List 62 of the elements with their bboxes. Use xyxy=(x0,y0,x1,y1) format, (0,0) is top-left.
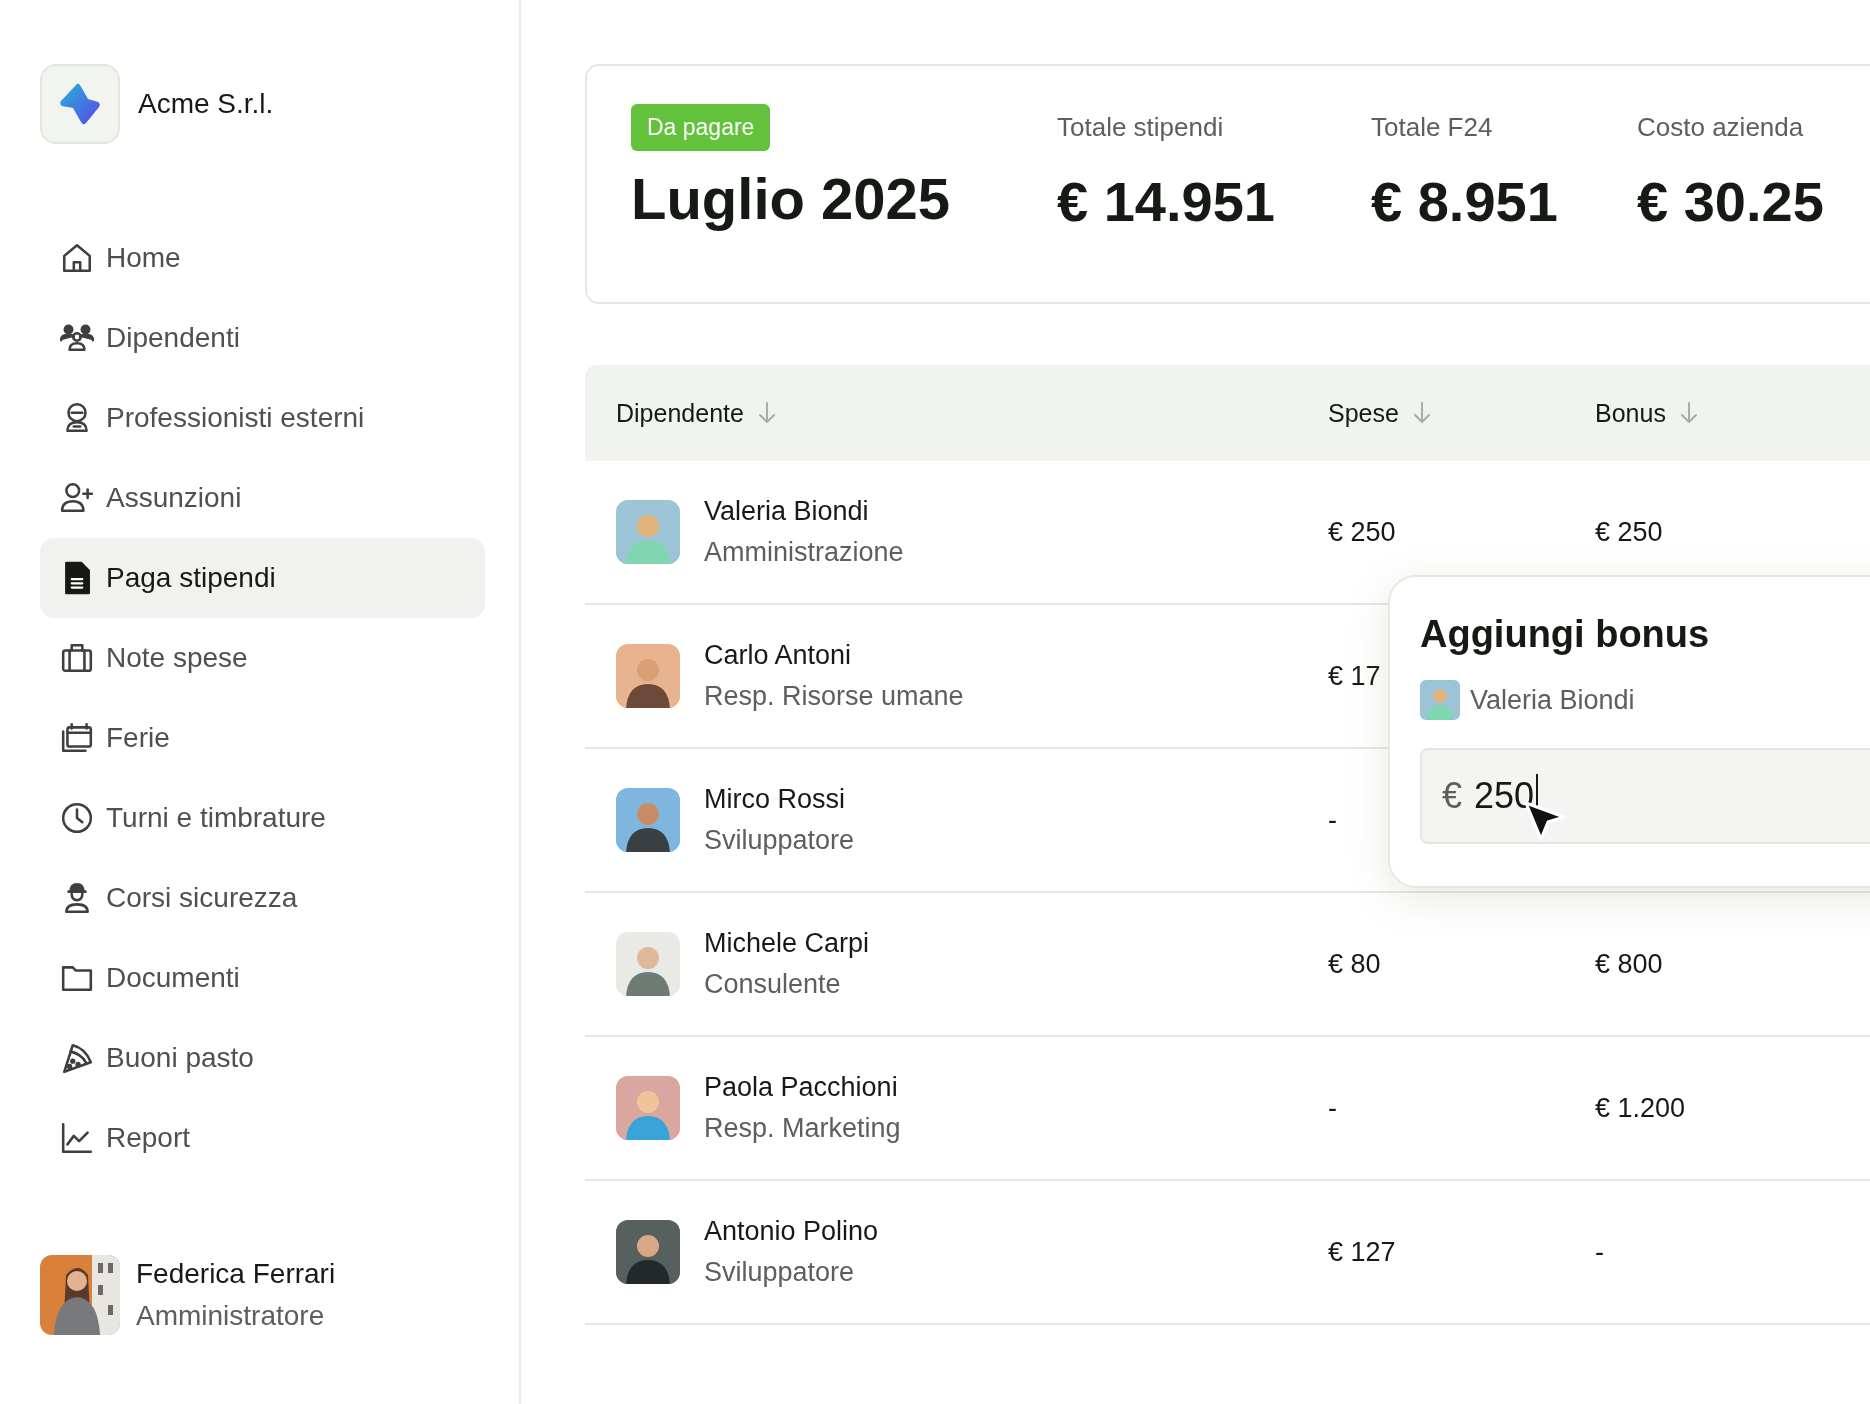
employee-role: Resp. Risorse umane xyxy=(704,681,964,712)
nav-item[interactable]: Home xyxy=(40,218,485,298)
arrow-down-icon[interactable] xyxy=(1679,401,1698,425)
employee-role: Consulente xyxy=(704,969,842,1000)
amount-field[interactable]: € 250 xyxy=(1420,748,1870,844)
employee-name: Paola Pacchioni xyxy=(704,1072,899,1103)
table-cell: € 1.200 xyxy=(1595,1092,1686,1123)
column-header[interactable]: Dipendente xyxy=(616,398,744,428)
nav-item[interactable]: Dipendenti xyxy=(40,298,485,378)
status-badge: Da pagare xyxy=(631,104,771,151)
nav-item[interactable]: Report xyxy=(40,1098,485,1178)
nav-item[interactable]: Buoni pasto xyxy=(40,1018,485,1098)
clock-icon xyxy=(60,801,94,835)
period-title: Luglio 2025 xyxy=(631,165,951,232)
table-cell: € 80 xyxy=(1328,948,1381,979)
stat-label: Costo azienda xyxy=(1637,112,1805,143)
calendar-icon xyxy=(60,721,94,755)
arrow-down-icon[interactable] xyxy=(1412,401,1431,425)
table-cell: € 800 xyxy=(1595,948,1663,979)
employee-name: Carlo Antoni xyxy=(704,640,853,671)
table-cell: € 250 xyxy=(1595,516,1663,547)
employee-role: Resp. Marketing xyxy=(704,1113,901,1144)
table-cell: € 17 xyxy=(1328,660,1381,691)
table-cell: - xyxy=(1595,1236,1604,1267)
employee-name: Antonio Polino xyxy=(704,1216,879,1247)
employee-name: Valeria Biondi xyxy=(1470,684,1635,716)
company-name: Acme S.r.l. xyxy=(138,88,274,120)
employee-role: Sviluppatore xyxy=(704,1257,856,1288)
nav-item[interactable]: Note spese xyxy=(40,618,485,698)
employee-name: Mirco Rossi xyxy=(704,784,846,815)
briefcase-icon xyxy=(60,641,94,675)
nav-item[interactable]: Professionisti esterni xyxy=(40,378,485,458)
table-cell: - xyxy=(1328,1092,1337,1123)
nav-item[interactable]: Assunzioni xyxy=(40,458,485,538)
stat-value: € 30.25 xyxy=(1637,169,1825,234)
nav-item[interactable]: Ferie xyxy=(40,698,485,778)
employee-role: Sviluppatore xyxy=(704,825,855,856)
stat-value: € 8.951 xyxy=(1371,169,1559,234)
pizza-icon xyxy=(60,1041,94,1075)
user-role: Amministratore xyxy=(136,1300,326,1332)
user-name: Federica Ferrari xyxy=(136,1258,336,1290)
nav-item[interactable]: Turni e timbrature xyxy=(40,778,485,858)
stat-value: € 14.951 xyxy=(1057,169,1276,234)
employee-name: Valeria Biondi xyxy=(704,496,870,527)
table-cell: € 127 xyxy=(1328,1236,1396,1267)
column-header[interactable]: Spese xyxy=(1328,398,1399,428)
nav-item[interactable]: Documenti xyxy=(40,938,485,1018)
nav-item[interactable]: Paga stipendi xyxy=(40,538,485,618)
employee-name: Michele Carpi xyxy=(704,928,870,959)
arrow-down-icon[interactable] xyxy=(757,401,776,425)
employee-role: Amministrazione xyxy=(704,537,904,568)
nav-item[interactable]: Corsi sicurezza xyxy=(40,858,485,938)
chart-icon xyxy=(60,1121,94,1155)
add-user-icon xyxy=(60,481,94,515)
stat-label: Totale F24 xyxy=(1371,112,1494,143)
house-icon xyxy=(60,241,94,275)
table-cell: € 250 xyxy=(1328,516,1396,547)
logo-icon xyxy=(40,64,120,144)
stat-label: Totale stipendi xyxy=(1057,112,1225,143)
table-cell: - xyxy=(1328,804,1337,835)
popover-title: Aggiungi bonus xyxy=(1420,613,1711,656)
column-header[interactable]: Bonus xyxy=(1595,398,1666,428)
